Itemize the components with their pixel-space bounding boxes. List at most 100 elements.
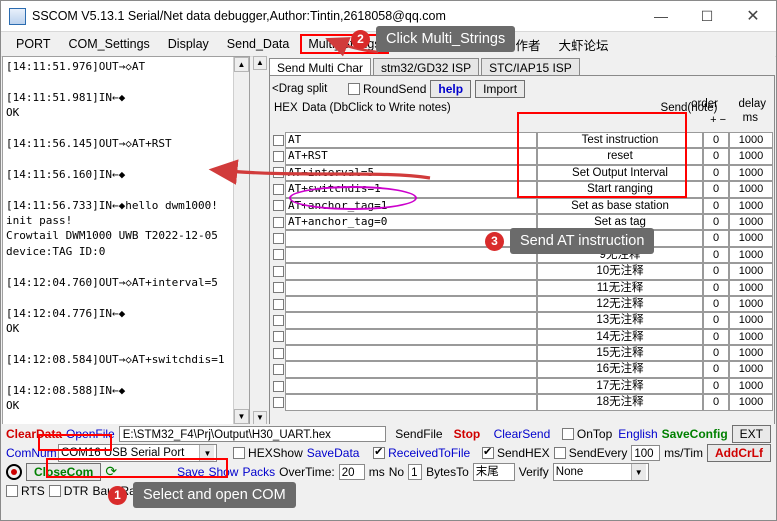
splitter-down-icon[interactable]: ▼	[253, 411, 267, 425]
row-command-field[interactable]: AT	[285, 132, 537, 149]
receivedtofile-checkbox[interactable]: ReceivedToFile	[373, 445, 470, 460]
row-command-field[interactable]: AT+interval=5	[285, 164, 537, 182]
row-checkbox[interactable]	[271, 361, 285, 377]
addcrlf-button[interactable]: AddCrLf	[707, 443, 772, 462]
rts-checkbox[interactable]: RTS	[6, 484, 45, 498]
stop-button[interactable]: Stop	[452, 427, 482, 441]
row-order-field[interactable]: 0	[703, 132, 729, 149]
row-note-field[interactable]: 18无注释	[537, 394, 703, 411]
sendhex-checkbox[interactable]: SendHEX	[481, 445, 550, 460]
row-checkbox[interactable]	[271, 214, 285, 230]
table-row[interactable]: 13无注释 0 1000	[271, 312, 773, 329]
ontop-checkbox-box[interactable]	[561, 427, 574, 440]
row-checkbox[interactable]	[271, 263, 285, 279]
table-row[interactable]: 11无注释 0 1000	[271, 279, 773, 296]
sendevery-checkbox-box[interactable]	[553, 446, 566, 459]
row-delay-field[interactable]: 1000	[729, 295, 773, 313]
row-note-field[interactable]: 17无注释	[537, 377, 703, 395]
row-order-field[interactable]: 0	[703, 345, 729, 362]
row-order-field[interactable]: 0	[703, 164, 729, 182]
table-row[interactable]: 16无注释 0 1000	[271, 361, 773, 378]
row-checkbox[interactable]	[271, 329, 285, 345]
hexshow-checkbox-box[interactable]	[233, 446, 246, 459]
row-note-field[interactable]: 13无注释	[537, 312, 703, 329]
row-delay-field[interactable]: 1000	[729, 164, 773, 182]
row-order-field[interactable]: 0	[703, 279, 729, 296]
sendhex-checkbox-box[interactable]	[481, 445, 494, 459]
english-button[interactable]: English	[616, 427, 657, 441]
log-scrollbar[interactable]: ▲ ▼	[233, 57, 249, 424]
row-delay-field[interactable]: 1000	[729, 246, 773, 264]
roundsend-checkbox-box[interactable]	[348, 83, 360, 95]
row-delay-field[interactable]: 1000	[729, 345, 773, 362]
row-delay-field[interactable]: 1000	[729, 148, 773, 165]
verify-chevron-down-icon[interactable]: ▼	[630, 463, 646, 480]
row-checkbox[interactable]	[271, 312, 285, 328]
sendevery-checkbox[interactable]: SendEvery	[553, 446, 627, 460]
row-command-field[interactable]	[285, 279, 537, 296]
row-checkbox[interactable]	[271, 198, 285, 214]
minimize-button[interactable]: —	[638, 2, 684, 31]
row-note-field[interactable]: 16无注释	[537, 361, 703, 378]
row-order-field[interactable]: 0	[703, 312, 729, 329]
row-command-field[interactable]	[285, 394, 537, 411]
row-checkbox[interactable]	[271, 181, 285, 197]
row-note-field[interactable]: 15无注释	[537, 345, 703, 362]
row-checkbox[interactable]	[271, 296, 285, 312]
row-command-field[interactable]	[285, 263, 537, 280]
dtr-checkbox[interactable]: DTR	[48, 484, 88, 498]
row-note-field[interactable]: Set as base station	[537, 197, 703, 214]
overtime-field[interactable]: 20	[338, 463, 365, 480]
table-row[interactable]: 15无注释 0 1000	[271, 345, 773, 362]
row-delay-field[interactable]: 1000	[729, 197, 773, 214]
table-row[interactable]: 14无注释 0 1000	[271, 328, 773, 346]
row-delay-field[interactable]: 1000	[729, 279, 773, 296]
menu-forum[interactable]: 大虾论坛	[550, 33, 618, 56]
bytesto-field[interactable]: 1	[408, 463, 423, 480]
row-order-field[interactable]: 0	[703, 230, 729, 247]
row-checkbox[interactable]	[271, 230, 285, 246]
row-delay-field[interactable]: 1000	[729, 230, 773, 247]
ext-button[interactable]: EXT	[731, 424, 771, 443]
row-delay-field[interactable]: 1000	[729, 328, 773, 346]
maximize-button[interactable]: ☐	[684, 2, 730, 31]
vertical-splitter[interactable]: ▲ ▼	[253, 56, 267, 425]
row-command-field[interactable]	[285, 312, 537, 329]
menu-send-data[interactable]: Send_Data	[218, 35, 299, 53]
row-command-field[interactable]	[285, 345, 537, 362]
clearsend-button[interactable]: ClearSend	[486, 427, 558, 441]
row-command-field[interactable]: AT+RST	[285, 148, 537, 165]
row-order-field[interactable]: 0	[703, 361, 729, 378]
row-note-field[interactable]: 14无注释	[537, 328, 703, 346]
table-row[interactable]: 10无注释 0 1000	[271, 263, 773, 280]
row-checkbox[interactable]	[271, 394, 285, 410]
menu-com-settings[interactable]: COM_Settings	[60, 35, 159, 53]
receivedtofile-checkbox-box[interactable]	[373, 445, 386, 459]
drag-split-label[interactable]: <Drag split	[272, 83, 344, 95]
roundsend-checkbox[interactable]: RoundSend	[348, 82, 426, 96]
scroll-down-icon[interactable]: ▼	[234, 409, 249, 424]
row-delay-field[interactable]: 1000	[729, 181, 773, 198]
tab-stm32-gd32-isp[interactable]: stm32/GD32 ISP	[373, 58, 480, 76]
table-row[interactable]: 18无注释 0 1000	[271, 394, 773, 411]
file-path-field[interactable]: E:\STM32_F4\Prj\Output\H30_UART.hex	[118, 425, 386, 442]
hexshow-checkbox[interactable]: HEXShow	[233, 446, 303, 460]
tab-send-multi-char[interactable]: Send Multi Char	[269, 58, 372, 76]
row-checkbox[interactable]	[271, 165, 285, 181]
menu-display[interactable]: Display	[159, 35, 218, 53]
packs-button[interactable]: Packs	[242, 465, 275, 479]
sendfile-button[interactable]: SendFile	[390, 427, 448, 441]
row-order-field[interactable]: 0	[703, 394, 729, 411]
row-delay-field[interactable]: 1000	[729, 263, 773, 280]
row-delay-field[interactable]: 1000	[729, 312, 773, 329]
tab-stc-iap15-isp[interactable]: STC/IAP15 ISP	[481, 58, 580, 76]
plus-icon[interactable]: +	[710, 114, 716, 126]
splitter-up-icon[interactable]: ▲	[253, 56, 267, 70]
endchar-select[interactable]: 末尾	[472, 462, 515, 481]
row-checkbox[interactable]	[271, 132, 285, 148]
row-delay-field[interactable]: 1000	[729, 394, 773, 411]
table-row[interactable]: 17无注释 0 1000	[271, 377, 773, 395]
row-delay-field[interactable]: 1000	[729, 132, 773, 149]
row-order-field[interactable]: 0	[703, 295, 729, 313]
help-button[interactable]: help	[430, 80, 472, 98]
